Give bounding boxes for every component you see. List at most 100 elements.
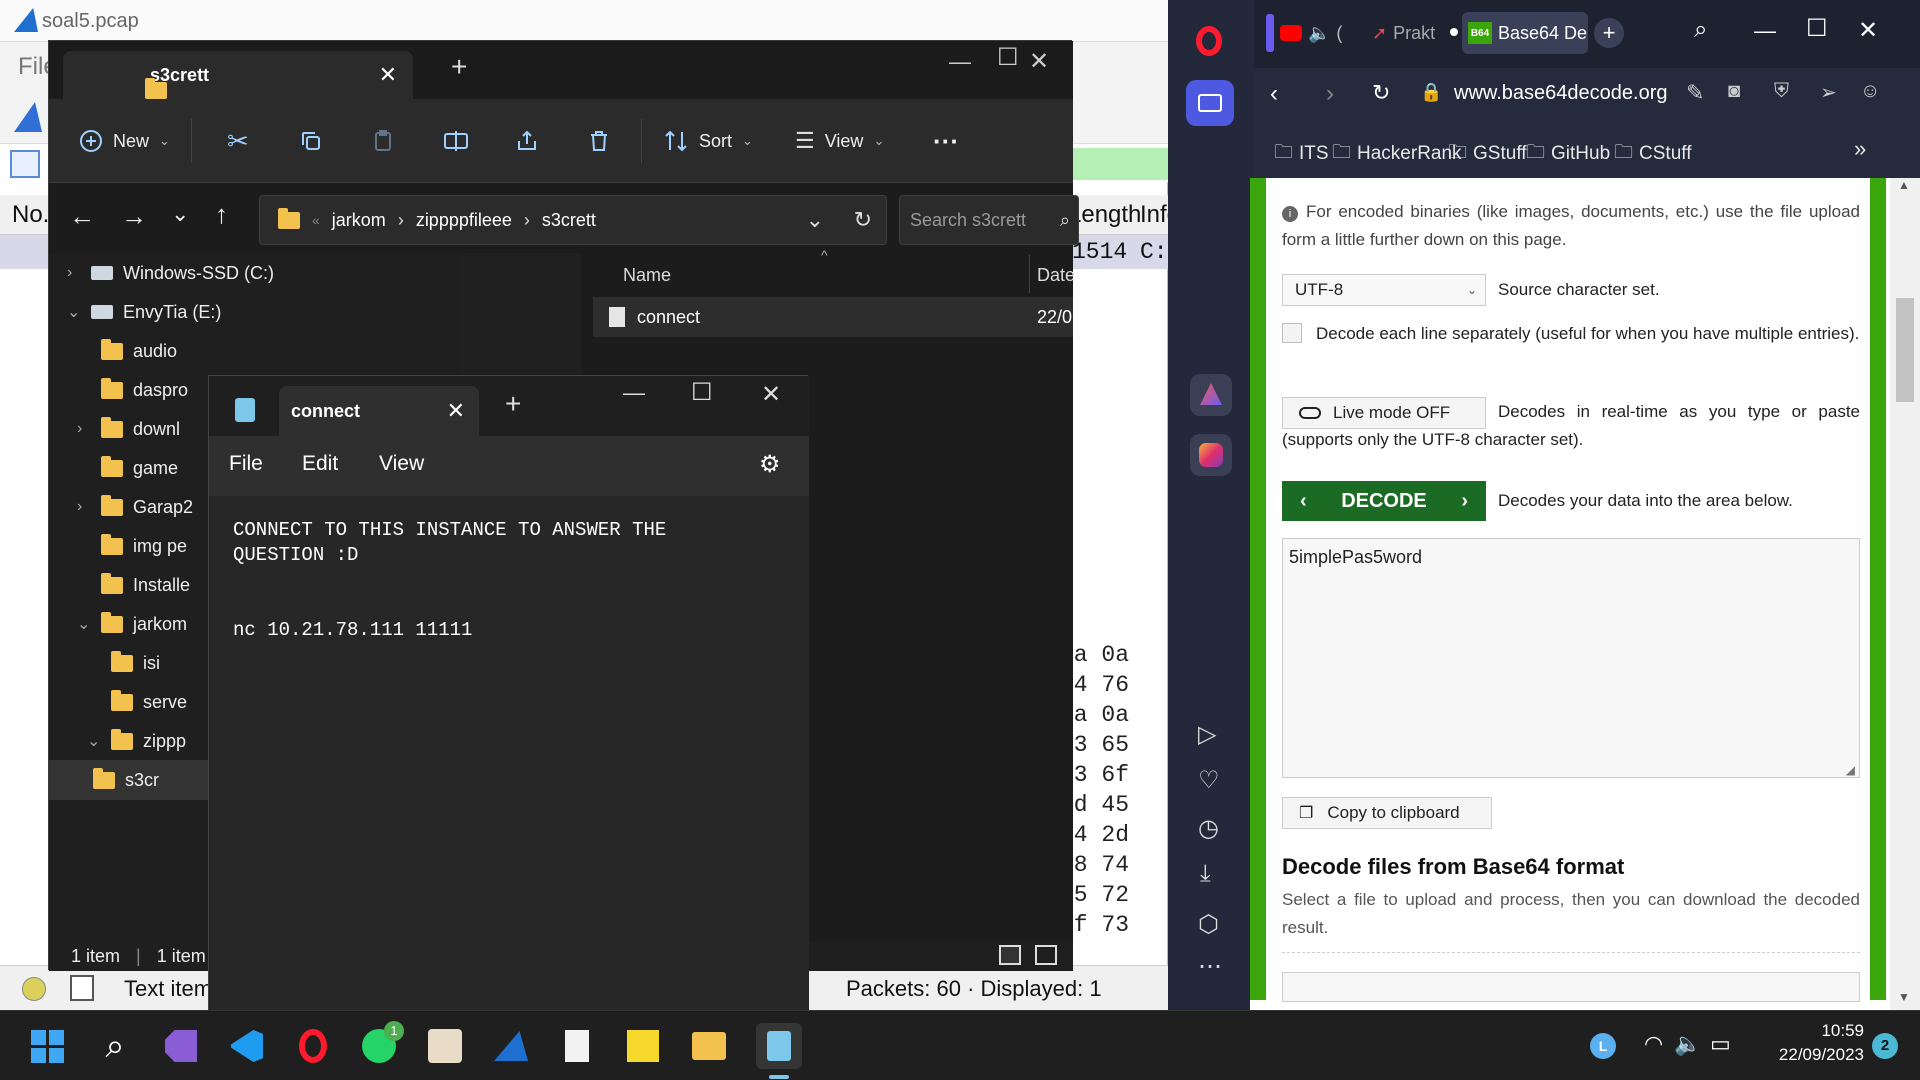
minimize-icon[interactable]: — [623, 380, 645, 406]
wireshark-icon[interactable] [492, 1027, 530, 1065]
tab-prakt[interactable]: ➚ Prakt [1372, 14, 1448, 52]
sort-button[interactable]: Sort ⌄ [663, 99, 753, 183]
tree-chevron-icon[interactable]: › [77, 420, 91, 438]
scroll-down-icon[interactable]: ▼ [1898, 990, 1910, 1004]
tree-chevron-icon[interactable]: ⌄ [77, 614, 91, 634]
notepad-tab[interactable]: connect ✕ [279, 386, 479, 436]
breadcrumb-item[interactable]: jarkom [332, 210, 386, 231]
scroll-up-icon[interactable]: ▲ [1898, 178, 1910, 192]
col-name[interactable]: Name [623, 265, 671, 286]
tab-base64[interactable]: B64 Base64 De [1462, 12, 1588, 54]
close-tab-icon[interactable]: ✕ [379, 51, 397, 99]
notepad-taskbar-icon[interactable] [756, 1023, 802, 1069]
tree-item[interactable]: game [77, 448, 178, 488]
breadcrumb-overflow[interactable]: « [312, 212, 320, 228]
delete-button[interactable] [587, 99, 611, 183]
close-tab-icon[interactable]: ✕ [447, 398, 465, 424]
minimize-icon[interactable]: — [949, 49, 971, 75]
menu-file[interactable]: File [229, 452, 263, 476]
view-button[interactable]: ☰ View ⌄ [795, 99, 884, 183]
copy-button[interactable] [299, 99, 323, 183]
forward-arrow-icon[interactable]: → [121, 201, 147, 232]
close-icon[interactable]: ✕ [1858, 16, 1878, 45]
tree-chevron-icon[interactable]: ⌄ [67, 302, 81, 322]
url-field[interactable]: www.base64decode.org [1454, 82, 1667, 105]
workspace-icon[interactable] [1186, 80, 1234, 126]
whatsapp-icon[interactable]: 1 [360, 1021, 404, 1065]
back-arrow-icon[interactable]: ← [69, 201, 95, 232]
refresh-icon[interactable]: ↻ [854, 207, 872, 233]
reload-icon[interactable]: ↻ [1372, 80, 1390, 106]
tree-chevron-icon[interactable]: › [77, 498, 91, 516]
tree-item[interactable]: › Windows-SSD (C:) [67, 253, 274, 293]
bookmark-icon[interactable] [10, 150, 40, 178]
tree-item[interactable]: ⌄ zippp [87, 721, 186, 761]
back-arrow-icon[interactable]: ‹ [1270, 80, 1278, 108]
more-options-button[interactable]: ··· [933, 99, 959, 183]
tree-item[interactable]: audio [77, 331, 177, 371]
menu-view[interactable]: View [379, 452, 424, 476]
page-scrollbar[interactable]: ▲ ▼ [1890, 178, 1920, 1010]
new-tab-icon[interactable]: + [1594, 18, 1624, 48]
file-icon[interactable] [558, 1027, 596, 1065]
wifi-icon[interactable]: ◠ [1644, 1031, 1663, 1057]
col-length[interactable]: Length [1068, 195, 1141, 235]
edit-note-icon[interactable] [70, 975, 94, 1001]
new-tab-icon[interactable]: + [505, 388, 521, 420]
easy-setup-icon[interactable]: ☺ [1860, 80, 1880, 103]
maximize-icon[interactable]: ☐ [691, 378, 713, 407]
edit-icon[interactable]: ✎ [1686, 80, 1704, 106]
lenovo-icon[interactable]: L [1590, 1033, 1616, 1059]
clock[interactable]: 10:59 22/09/2023 [1760, 1021, 1864, 1065]
file-upload-box[interactable] [1282, 972, 1860, 1002]
recent-chevron-icon[interactable]: ⌄ [171, 201, 189, 227]
details-view-icon[interactable] [999, 945, 1021, 965]
battery-icon[interactable]: ▭ [1710, 1031, 1731, 1057]
resize-handle-icon[interactable]: ◢ [1846, 763, 1855, 777]
address-dropdown-icon[interactable]: ⌄ [806, 207, 824, 233]
anime-app-icon[interactable] [426, 1027, 464, 1065]
forward-arrow-icon[interactable]: › [1326, 80, 1334, 108]
minimize-icon[interactable]: — [1754, 18, 1776, 44]
bookmark-hackerrank[interactable]: 🗀 HackerRank [1332, 138, 1462, 170]
share-button[interactable] [515, 99, 539, 183]
list-item[interactable]: connect 22/0 [593, 297, 1073, 337]
charset-select[interactable]: UTF-8 ⌄ [1282, 274, 1486, 306]
breadcrumb-item[interactable]: s3crett [542, 210, 596, 231]
col-date[interactable]: Date [1037, 265, 1075, 286]
new-tab-icon[interactable]: + [451, 51, 467, 83]
notification-badge[interactable]: 2 [1872, 1033, 1898, 1059]
tree-item[interactable]: daspro [77, 370, 188, 410]
search-box[interactable]: Search s3crett ⌕ [899, 195, 1079, 245]
bookmark-gstuff[interactable]: 🗀 GStuff [1448, 138, 1527, 170]
volume-icon[interactable]: 🔈 [1674, 1031, 1701, 1057]
tree-item[interactable]: isi [87, 643, 160, 683]
settings-gear-icon[interactable]: ⚙ [759, 450, 781, 479]
tree-chevron-icon[interactable]: ⌄ [87, 731, 101, 751]
player-icon[interactable]: ▷ [1198, 720, 1216, 749]
tree-item[interactable]: Installe [77, 565, 190, 605]
sticky-notes-icon[interactable] [624, 1027, 662, 1065]
search-tabs-icon[interactable]: ⌕ [1694, 16, 1707, 44]
tree-item[interactable]: ⌄ jarkom [77, 604, 187, 644]
tree-item[interactable]: img pe [77, 526, 187, 566]
vscode-icon[interactable] [228, 1027, 266, 1065]
explorer-tab[interactable]: s3crett ✕ [63, 51, 413, 99]
more-icon[interactable]: ⋯ [1198, 952, 1222, 981]
tree-item[interactable]: serve [87, 682, 187, 722]
history-icon[interactable]: ◷ [1198, 814, 1219, 843]
bookmarks-more-icon[interactable]: » [1854, 136, 1866, 162]
download-icon[interactable]: ⤓ [1200, 860, 1211, 888]
opera-logo-icon[interactable] [1196, 26, 1222, 56]
bookmark-its[interactable]: 🗀 ITS [1274, 138, 1329, 170]
tiles-view-icon[interactable] [1035, 945, 1057, 965]
instagram-icon[interactable] [1190, 434, 1232, 476]
search-icon[interactable]: ⌕ [1060, 210, 1070, 231]
decode-button[interactable]: ‹ DECODE › [1282, 481, 1486, 521]
adblock-shield-icon[interactable]: ⛨ [1774, 80, 1789, 103]
tree-item[interactable]: ⌄ EnvyTia (E:) [67, 292, 221, 332]
notepad-editor[interactable]: CONNECT TO THIS INSTANCE TO ANSWER THE Q… [209, 496, 809, 1011]
bookmark-cstuff[interactable]: 🗀 CStuff [1614, 138, 1691, 170]
maximize-icon[interactable]: ☐ [997, 43, 1019, 72]
close-icon[interactable]: ✕ [1029, 47, 1049, 76]
